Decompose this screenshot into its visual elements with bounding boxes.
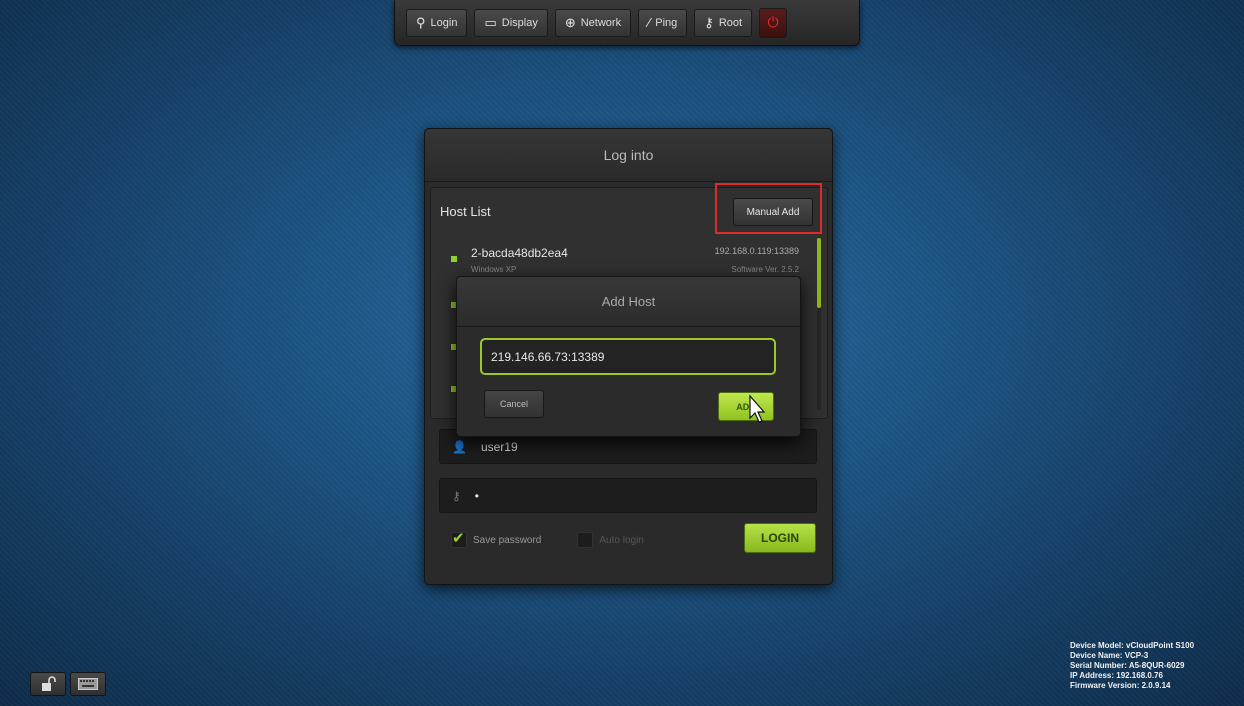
online-status-icon <box>451 256 457 262</box>
toolbar-root-button[interactable]: ⚷ Root <box>694 8 753 37</box>
save-password-checkbox[interactable] <box>451 529 467 548</box>
power-button[interactable]: ⏻ <box>759 7 788 38</box>
toolbar-login-button[interactable]: ⚲ Login <box>406 8 468 37</box>
toolbar-display-button[interactable]: ▭ Display <box>474 8 548 37</box>
password-value: • <box>474 488 479 503</box>
device-model: Device Model: vCloudPoint S100 <box>1070 641 1195 650</box>
firmware-version: Firmware Version: 2.0.9.14 <box>1070 681 1171 690</box>
host-ip: 192.168.0.119:13389 <box>714 246 799 256</box>
unlock-icon <box>42 676 56 691</box>
toolbar-ping-button[interactable]: ⁄ Ping <box>638 8 688 37</box>
password-field[interactable]: ⚷ • <box>439 478 817 513</box>
host-version: Software Ver. 2.5.2 <box>731 265 799 274</box>
toolbar-login-label: Login <box>430 16 458 29</box>
power-icon: ⏻ <box>767 14 779 30</box>
login-button[interactable]: LOGIN <box>744 523 816 553</box>
toolbar-display-label: Display <box>501 16 538 29</box>
unlock-button[interactable] <box>30 672 66 696</box>
keyboard-icon <box>78 678 98 690</box>
auto-login-checkbox[interactable] <box>577 532 594 548</box>
save-password-label: Save password <box>473 534 542 546</box>
mouse-cursor-icon <box>749 394 766 423</box>
host-address-input[interactable] <box>480 338 776 375</box>
host-os: Windows XP <box>471 265 517 274</box>
cancel-button[interactable]: Cancel <box>484 390 544 418</box>
top-toolbar: ⚲ Login ▭ Display ⊕ Network ⁄ Ping ⚷ Roo… <box>394 0 860 46</box>
monitor-icon: ▭ <box>484 15 497 30</box>
add-host-title: Add Host <box>457 277 800 327</box>
user-icon: 👤 <box>452 439 467 454</box>
manual-add-button[interactable]: Manual Add <box>733 198 813 226</box>
host-list-label: Host List <box>440 204 491 219</box>
host-list-scrollbar[interactable] <box>817 238 821 410</box>
toolbar-ping-label: Ping <box>655 16 678 29</box>
device-name: Device Name: VCP-3 <box>1070 651 1149 660</box>
key-icon: ⚷ <box>704 15 714 30</box>
login-options: Save password Auto login <box>451 529 644 548</box>
serial-number: Serial Number: A5-8QUR-6029 <box>1070 661 1185 670</box>
username-value: user19 <box>480 439 518 454</box>
toolbar-root-label: Root <box>718 16 743 29</box>
auto-login-label: Auto login <box>599 534 644 546</box>
key-icon: ⚷ <box>452 488 461 503</box>
scrollbar-thumb[interactable] <box>817 238 821 308</box>
device-info: Device Model: vCloudPoint S100 Device Na… <box>1070 641 1244 691</box>
wrench-icon: ⁄ <box>648 15 651 30</box>
globe-icon: ⊕ <box>564 15 576 30</box>
host-name: 2-bacda48db2ea4 <box>471 246 568 260</box>
login-panel-title: Log into <box>425 129 832 182</box>
toolbar-network-label: Network <box>580 16 622 29</box>
keyboard-button[interactable] <box>70 672 106 696</box>
login-icon: ⚲ <box>416 15 426 30</box>
ip-address: IP Address: 192.168.0.76 <box>1070 671 1163 680</box>
toolbar-network-button[interactable]: ⊕ Network <box>554 8 632 37</box>
